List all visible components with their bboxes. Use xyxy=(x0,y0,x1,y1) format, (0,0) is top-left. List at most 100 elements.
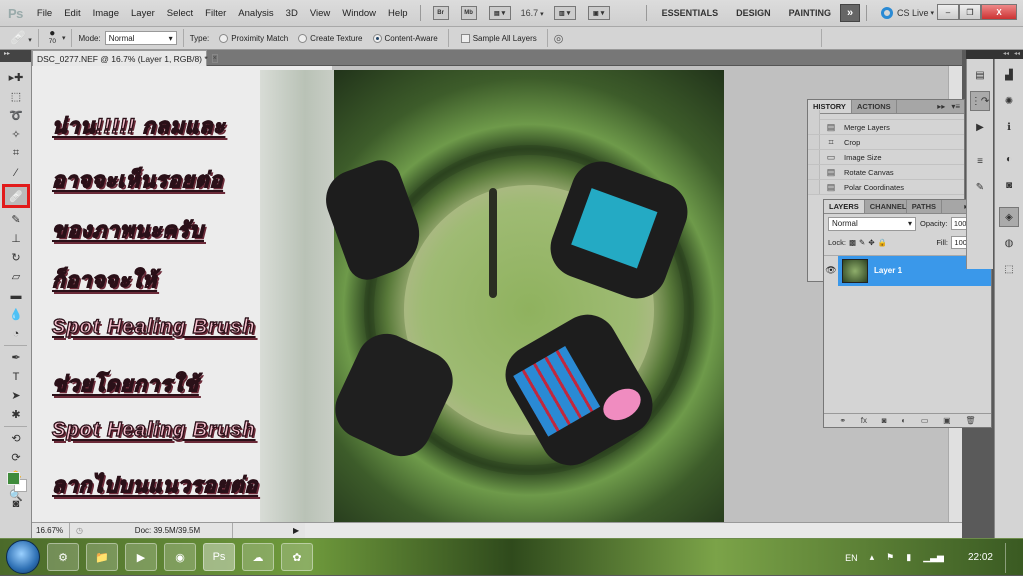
history-item[interactable]: ▭ Image Size xyxy=(808,150,964,165)
actions-panel-icon[interactable]: ▶ xyxy=(970,117,990,137)
history-item[interactable]: ▤ Merge Layers xyxy=(808,120,964,135)
screen-mode-dropdown[interactable]: ▣ ▾ xyxy=(587,6,610,20)
close-tab-icon[interactable]: × xyxy=(211,54,218,63)
navigator-panel-icon[interactable]: ✺ xyxy=(999,91,1019,111)
tab-paths[interactable]: PATHS xyxy=(907,200,943,213)
quick-selection-tool-icon[interactable]: ✧ xyxy=(4,125,28,144)
blur-tool-icon[interactable]: 💧 xyxy=(4,305,28,324)
menu-filter[interactable]: Filter xyxy=(199,8,232,19)
arrange-documents-dropdown[interactable]: ▥ ▾ xyxy=(553,6,576,20)
proximity-match-radio[interactable] xyxy=(219,33,229,43)
workspace-essentials[interactable]: ESSENTIALS xyxy=(653,8,728,18)
channels-panel-icon[interactable]: ◍ xyxy=(999,233,1019,253)
show-hidden-icons[interactable]: ▴ xyxy=(870,552,875,563)
more-workspaces-button[interactable]: » xyxy=(840,4,861,22)
power-icon[interactable]: ▮ xyxy=(906,552,911,563)
workspace-painting[interactable]: PAINTING xyxy=(780,8,840,18)
lasso-tool-icon[interactable]: ➰ xyxy=(4,106,28,125)
history-snapshot-checkbox[interactable] xyxy=(808,180,820,194)
tab-actions[interactable]: ACTIONS xyxy=(852,100,897,113)
type-tool-icon[interactable]: T xyxy=(4,367,28,386)
shape-tool-icon[interactable]: ✱ xyxy=(4,405,28,424)
action-center-flag-icon[interactable]: ⚑ xyxy=(886,552,894,563)
content-aware-radio[interactable] xyxy=(372,33,382,43)
menu-help[interactable]: Help xyxy=(382,8,414,19)
sample-all-layers-checkbox[interactable] xyxy=(460,33,470,43)
history-snapshot-checkbox[interactable] xyxy=(808,165,820,179)
mini-bridge-panel-icon[interactable]: ▤ xyxy=(970,65,990,85)
menu-analysis[interactable]: Analysis xyxy=(232,8,279,19)
gradient-tool-icon[interactable]: ▬ xyxy=(4,286,28,305)
layers-panel-icon[interactable]: ◈ xyxy=(999,207,1019,227)
menu-window[interactable]: Window xyxy=(336,8,382,19)
history-item[interactable]: ▤ Polar Coordinates xyxy=(808,180,964,195)
clock[interactable]: 22:02 xyxy=(968,552,993,563)
tool-presets-panel-icon[interactable]: ✎ xyxy=(970,177,990,197)
sample-all-layers-label[interactable]: Sample All Layers xyxy=(473,34,537,43)
histogram-panel-icon[interactable]: ▟ xyxy=(999,65,1019,85)
visibility-eye-icon[interactable]: 👁 xyxy=(824,257,838,285)
create-texture-label[interactable]: Create Texture xyxy=(310,34,362,43)
menu-image[interactable]: Image xyxy=(87,8,125,19)
brush-presets-panel-icon[interactable]: ≡ xyxy=(970,151,990,171)
3d-rotate-tool-icon[interactable]: ⟲ xyxy=(4,429,28,448)
paths-panel-icon[interactable]: ⬚ xyxy=(999,259,1019,279)
menu-edit[interactable]: Edit xyxy=(58,8,86,19)
collapse-panel-icon[interactable]: ▸▸ xyxy=(937,102,945,111)
tool-preset-picker[interactable]: 🩹 ▾ xyxy=(10,30,32,46)
taskbar-chrome-icon[interactable]: ◉ xyxy=(164,543,196,571)
adjustments-panel-icon[interactable]: ◐ xyxy=(999,149,1019,169)
foreground-color-swatch[interactable] xyxy=(7,472,20,485)
history-panel-icon[interactable]: ⋮↷ xyxy=(970,91,990,111)
blend-mode-select[interactable]: Normal ▾ xyxy=(828,216,916,231)
close-button[interactable]: X xyxy=(981,4,1017,20)
horizontal-scrollbar[interactable] xyxy=(305,523,962,538)
3d-orbit-tool-icon[interactable]: ⟳ xyxy=(4,448,28,467)
info-panel-icon[interactable]: ℹ xyxy=(999,117,1019,137)
masks-panel-icon[interactable]: ◙ xyxy=(999,175,1019,195)
taskbar-explorer-icon[interactable]: 📁 xyxy=(86,543,118,571)
taskbar-app-icon[interactable]: ⚙ xyxy=(47,543,79,571)
lock-image-icon[interactable]: ✎ xyxy=(859,238,865,247)
menu-select[interactable]: Select xyxy=(161,8,199,19)
mode-select[interactable]: Normal ▾ xyxy=(104,31,177,45)
create-texture-radio[interactable] xyxy=(298,33,308,43)
dock-header[interactable]: ◂◂ ◂◂ xyxy=(966,50,1023,59)
marquee-tool-icon[interactable]: ⬚ xyxy=(4,87,28,106)
cs-live-button[interactable]: CS Live ▾ xyxy=(881,7,934,19)
bridge-button[interactable]: Br xyxy=(432,6,449,20)
pressure-size-icon[interactable]: ◎ xyxy=(554,32,564,45)
restore-button[interactable]: ❐ xyxy=(959,4,981,20)
pen-tool-icon[interactable]: ✒ xyxy=(4,348,28,367)
start-button[interactable] xyxy=(6,540,40,574)
history-snapshot-checkbox[interactable] xyxy=(808,135,820,149)
network-signal-icon[interactable]: ▁▃▅ xyxy=(923,552,944,563)
tab-layers[interactable]: LAYERS xyxy=(824,200,865,213)
taskbar-photoshop-icon[interactable]: Ps xyxy=(203,543,235,571)
spot-healing-brush-tool-icon[interactable]: 🩹 xyxy=(2,184,30,208)
minimize-button[interactable]: – xyxy=(937,4,959,20)
quick-mask-icon[interactable]: ◙ xyxy=(4,494,28,513)
layer-style-icon[interactable]: fx xyxy=(861,416,867,425)
menu-layer[interactable]: Layer xyxy=(125,8,161,19)
taskbar-app-icon[interactable]: ☁ xyxy=(242,543,274,571)
status-zoom[interactable]: 16.67% xyxy=(32,523,70,538)
new-group-icon[interactable]: ▭ xyxy=(921,416,929,425)
brush-picker[interactable]: ● 70 xyxy=(49,29,56,46)
history-item[interactable]: ▤ Rotate Canvas xyxy=(808,165,964,180)
history-brush-tool-icon[interactable]: ↻ xyxy=(4,248,28,267)
taskbar-app-icon[interactable]: ✿ xyxy=(281,543,313,571)
proximity-match-label[interactable]: Proximity Match xyxy=(231,34,288,43)
link-layers-icon[interactable]: ⚭ xyxy=(839,416,846,425)
status-menu-arrow-icon[interactable]: ▶ xyxy=(293,526,299,535)
eraser-tool-icon[interactable]: ▱ xyxy=(4,267,28,286)
crop-tool-icon[interactable]: ⌗ xyxy=(4,144,28,163)
history-snapshot-checkbox[interactable] xyxy=(808,120,820,134)
menu-file[interactable]: File xyxy=(31,8,58,19)
workspace-design[interactable]: DESIGN xyxy=(727,8,780,18)
move-tool-icon[interactable]: ▸✚ xyxy=(4,68,28,87)
adjustment-layer-icon[interactable]: ◐ xyxy=(901,416,906,425)
zoom-level-dropdown[interactable]: 16.7 ▾ xyxy=(521,8,544,18)
language-indicator[interactable]: EN xyxy=(845,553,858,563)
brush-tool-icon[interactable]: ✎ xyxy=(4,210,28,229)
